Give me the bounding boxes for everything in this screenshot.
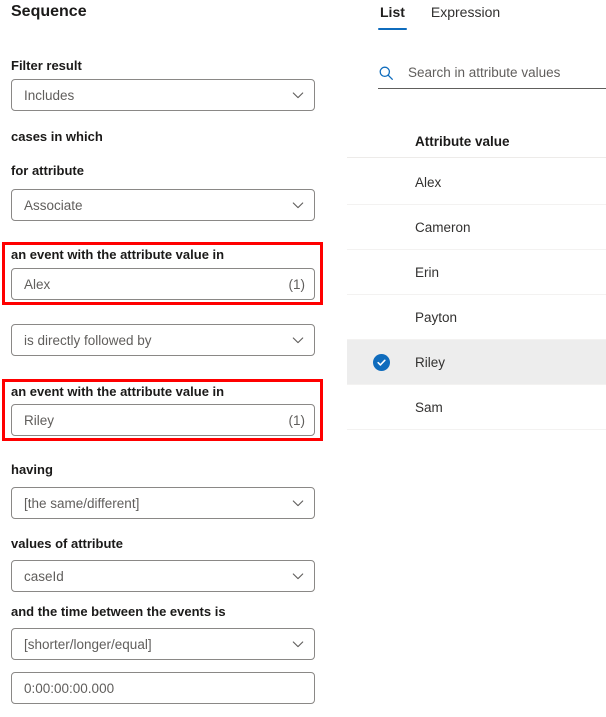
list-item-label: Sam xyxy=(415,399,443,415)
tab-list[interactable]: List xyxy=(378,0,407,30)
first-event-attribute-value-count: (1) xyxy=(288,276,306,292)
list-item-label: Riley xyxy=(415,354,446,370)
search-input[interactable] xyxy=(408,65,606,80)
chevron-down-icon[interactable] xyxy=(291,88,305,102)
chevron-down-icon[interactable] xyxy=(291,496,305,510)
list-header-label: Attribute value xyxy=(415,134,510,149)
chevron-down-icon[interactable] xyxy=(291,637,305,651)
time-comparison-value: [shorter/longer/equal] xyxy=(24,636,152,652)
list-item[interactable]: Erin xyxy=(347,250,606,295)
values-of-attribute-dropdown[interactable]: caseId xyxy=(11,560,315,592)
checkmark-icon xyxy=(372,353,390,371)
search-icon xyxy=(378,65,394,81)
search-row[interactable] xyxy=(378,57,606,89)
list-item[interactable]: Alex xyxy=(347,160,606,205)
first-event-attribute-value-value: Alex xyxy=(24,276,51,292)
label-cases-in-which: cases in which xyxy=(11,129,103,144)
list-item-label: Alex xyxy=(415,174,442,190)
list-item[interactable]: Cameron xyxy=(347,205,606,250)
relation-operator-value: is directly followed by xyxy=(24,332,152,348)
chevron-down-icon[interactable] xyxy=(291,333,305,347)
having-value: [the same/different] xyxy=(24,495,140,511)
label-first-event-attribute-value: an event with the attribute value in xyxy=(11,247,225,262)
tab-bar: List Expression xyxy=(378,0,502,30)
values-of-attribute-value: caseId xyxy=(24,568,64,584)
chevron-down-icon[interactable] xyxy=(291,198,305,212)
list-item-label: Payton xyxy=(415,309,458,325)
sequence-filter-screen: Sequence Filter result Includes cases in w… xyxy=(0,0,606,717)
for-attribute-value: Associate xyxy=(24,197,83,213)
first-event-attribute-value-input[interactable]: Alex (1) xyxy=(11,268,315,300)
page-title: Sequence xyxy=(11,3,87,20)
attribute-value-picker-panel: List Expression Attribute value Alex Camer… xyxy=(347,0,606,717)
second-event-attribute-value-count: (1) xyxy=(288,412,306,428)
attribute-value-list: Alex Cameron Erin Payton Riley Sam xyxy=(347,160,606,430)
relation-operator-dropdown[interactable]: is directly followed by xyxy=(11,324,315,356)
second-event-attribute-value-value: Riley xyxy=(24,412,55,428)
row-checkbox[interactable] xyxy=(347,353,415,371)
time-duration-input[interactable]: 0:00:00:00.000 xyxy=(11,672,315,704)
for-attribute-dropdown[interactable]: Associate xyxy=(11,189,315,221)
label-second-event-attribute-value: an event with the attribute value in xyxy=(11,384,225,399)
filter-result-value: Includes xyxy=(24,87,75,103)
list-item-label: Erin xyxy=(415,264,440,280)
second-event-attribute-value-input[interactable]: Riley (1) xyxy=(11,404,315,436)
filter-result-dropdown[interactable]: Includes xyxy=(11,79,315,111)
tab-expression[interactable]: Expression xyxy=(429,0,502,30)
time-duration-value: 0:00:00:00.000 xyxy=(24,680,115,696)
label-for-attribute: for attribute xyxy=(11,163,84,178)
label-having: having xyxy=(11,462,53,477)
list-item[interactable]: Riley xyxy=(347,340,606,385)
chevron-down-icon[interactable] xyxy=(291,569,305,583)
sequence-filter-panel: Sequence Filter result Includes cases in w… xyxy=(0,0,347,717)
list-item-label: Cameron xyxy=(415,219,471,235)
label-values-of-attribute: values of attribute xyxy=(11,536,123,551)
having-dropdown[interactable]: [the same/different] xyxy=(11,487,315,519)
list-header: Attribute value xyxy=(347,126,606,158)
label-filter-result: Filter result xyxy=(11,58,82,73)
time-comparison-dropdown[interactable]: [shorter/longer/equal] xyxy=(11,628,315,660)
list-item[interactable]: Sam xyxy=(347,385,606,430)
list-item[interactable]: Payton xyxy=(347,295,606,340)
label-time-comparison: and the time between the events is xyxy=(11,604,226,619)
